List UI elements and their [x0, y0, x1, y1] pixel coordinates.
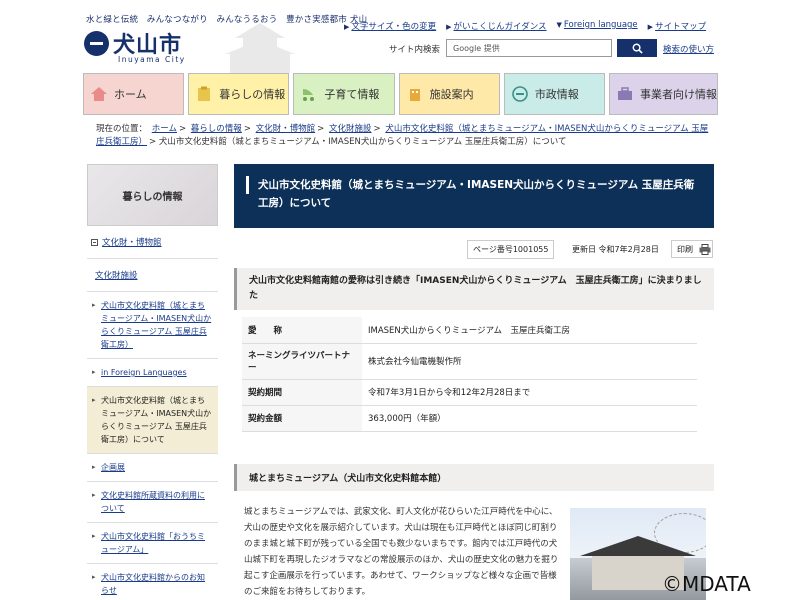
table-row: 契約期間 令和7年3月1日から令和12年2月28日まで — [242, 379, 697, 406]
sidebar-section[interactable]: 文化財・博物館 — [87, 226, 218, 259]
house-icon — [90, 85, 108, 103]
search-help-link[interactable]: 検索の使い方 — [663, 43, 714, 55]
sidebar-item[interactable]: 犬山市文化史料館からのお知らせ — [87, 564, 218, 600]
section-heading: 城とまちミュージアム（犬山市文化史料館本館） — [234, 464, 714, 491]
link-foreign-guidance[interactable]: ▶ がいこくじんガイダンス — [446, 20, 546, 32]
building-icon — [406, 85, 424, 103]
triangle-icon: ▶ — [446, 23, 452, 31]
museum-description: 城とまちミュージアムでは、武家文化、町人文化が花ひらいた江戸時代を中心に、犬山の… — [244, 507, 559, 597]
global-nav: ホーム 暮らしの情報 子育て情報 施設案内 市政情報 事業者向け情報 — [83, 73, 719, 115]
stroller-icon — [300, 85, 318, 103]
print-button[interactable]: 印刷 — [671, 240, 713, 258]
sidebar-item[interactable]: 犬山市文化史料館「おうちミュージアム」 — [87, 523, 218, 564]
nav-childcare[interactable]: 子育て情報 — [293, 73, 395, 115]
naming-rights-table: 愛 称 IMASEN犬山からくりミュージアム 玉屋庄兵衛工房 ネーミングライツパー… — [242, 317, 697, 432]
page-meta: ページ番号1001055 更新日 令和7年2月28日 印刷 — [234, 240, 714, 259]
sidebar-item[interactable]: in Foreign Languages — [87, 359, 218, 387]
nav-facilities[interactable]: 施設案内 — [398, 73, 500, 115]
logo-subtitle: Inuyama City — [118, 55, 186, 64]
table-row: ネーミングライツパートナー 株式会社今仙電機製作所 — [242, 343, 697, 380]
sidebar-item[interactable]: 文化史料館所蔵資料の利用について — [87, 482, 218, 523]
breadcrumb-link-home[interactable]: ホーム — [152, 124, 177, 134]
nav-city-info[interactable]: 市政情報 — [503, 73, 606, 115]
sidebar-item[interactable]: 企画展 — [87, 454, 218, 482]
nav-label: ホーム — [114, 88, 147, 101]
sidebar-subsection[interactable]: 文化財施設 — [87, 259, 218, 292]
sidebar-subsection-link[interactable]: 文化財施設 — [95, 271, 138, 281]
triangle-icon: ▼ — [556, 21, 562, 29]
nav-living[interactable]: 暮らしの情報 — [188, 73, 290, 115]
emblem-icon — [511, 85, 529, 103]
main-content: 犬山市文化史料館（城とまちミュージアム・IMASEN犬山からくりミュージアム 玉… — [234, 164, 714, 600]
nav-label: 暮らしの情報 — [219, 88, 286, 101]
site-header: 水と緑と伝統 みんなつながり みんなうるおう 豊かさ実感都市 犬山 犬山市 In… — [0, 0, 800, 73]
city-emblem-icon — [84, 30, 109, 56]
print-label: 印刷 — [677, 244, 693, 254]
triangle-icon: ▶ — [647, 23, 654, 31]
nav-label: 市政情報 — [534, 88, 579, 101]
breadcrumb-link-living[interactable]: 暮らしの情報 — [191, 124, 242, 134]
page-number: ページ番号1001055 — [467, 240, 555, 259]
nav-home[interactable]: ホーム — [83, 73, 185, 115]
search-button[interactable] — [617, 39, 657, 57]
sidebar-section-link[interactable]: 文化財・博物館 — [102, 236, 162, 248]
link-text-size[interactable]: ▶ 文字サイズ・色の変更 — [344, 20, 436, 32]
search-input[interactable]: Google 提供 — [446, 39, 612, 57]
triangle-icon: ▶ — [344, 23, 350, 31]
page-title: 犬山市文化史料館（城とまちミュージアム・IMASEN犬山からくりミュージアム 玉… — [234, 164, 714, 228]
castle-silhouette-icon — [225, 23, 295, 73]
breadcrumb-link-facilities[interactable]: 文化財施設 — [329, 124, 372, 134]
nav-label: 施設案内 — [429, 88, 474, 101]
nav-business[interactable]: 事業者向け情報 — [609, 73, 719, 115]
link-sitemap[interactable]: ▶ サイトマップ — [648, 20, 706, 32]
clipboard-icon — [195, 85, 213, 103]
breadcrumb: 現在の位置： ホーム > 暮らしの情報 > 文化財・博物館 > 文化財施設 > 犬山市文… — [96, 124, 709, 147]
collapse-icon — [91, 238, 98, 246]
sidebar: 暮らしの情報 文化財・博物館 文化財施設 犬山市文化史料館（城とまちミュージアム… — [87, 164, 218, 600]
breadcrumb-current: 犬山市文化史料館（城とまちミュージアム・IMASEN犬山からくりミュージアム 玉… — [158, 137, 567, 147]
printer-icon — [699, 243, 711, 255]
updated-date: 更新日 令和7年2月28日 — [572, 245, 659, 254]
breadcrumb-prefix: 現在の位置： — [96, 124, 148, 134]
sidebar-title[interactable]: 暮らしの情報 — [87, 164, 218, 226]
nav-label: 子育て情報 — [324, 88, 380, 101]
table-row: 契約金額 363,000円（年額） — [242, 405, 697, 432]
sidebar-item[interactable]: 犬山市文化史料館（城とまちミュージアム・IMASEN犬山からくりミュージアム 玉… — [87, 292, 218, 359]
breadcrumb-link-culture[interactable]: 文化財・博物館 — [256, 124, 316, 134]
sidebar-item-current: 犬山市文化史料館（城とまちミュージアム・IMASEN犬山からくりミュージアム 玉… — [87, 387, 218, 454]
utility-links: ▶ 文字サイズ・色の変更 ▶ がいこくじんガイダンス ▼ Foreign langua… — [344, 20, 706, 32]
briefcase-icon — [616, 85, 634, 103]
nav-label: 事業者向け情報 — [640, 88, 718, 101]
watermark: ©MDATA — [662, 572, 751, 596]
link-foreign-language[interactable]: ▼ Foreign language — [557, 20, 638, 32]
search-label: サイト内検索 — [389, 45, 441, 55]
headline: 犬山市文化史料館南館の愛称は引き続き「IMASEN犬山からくりミュージアム 玉屋… — [234, 268, 714, 310]
search-icon — [632, 43, 643, 54]
table-row: 愛 称 IMASEN犬山からくりミュージアム 玉屋庄兵衛工房 — [242, 317, 697, 344]
